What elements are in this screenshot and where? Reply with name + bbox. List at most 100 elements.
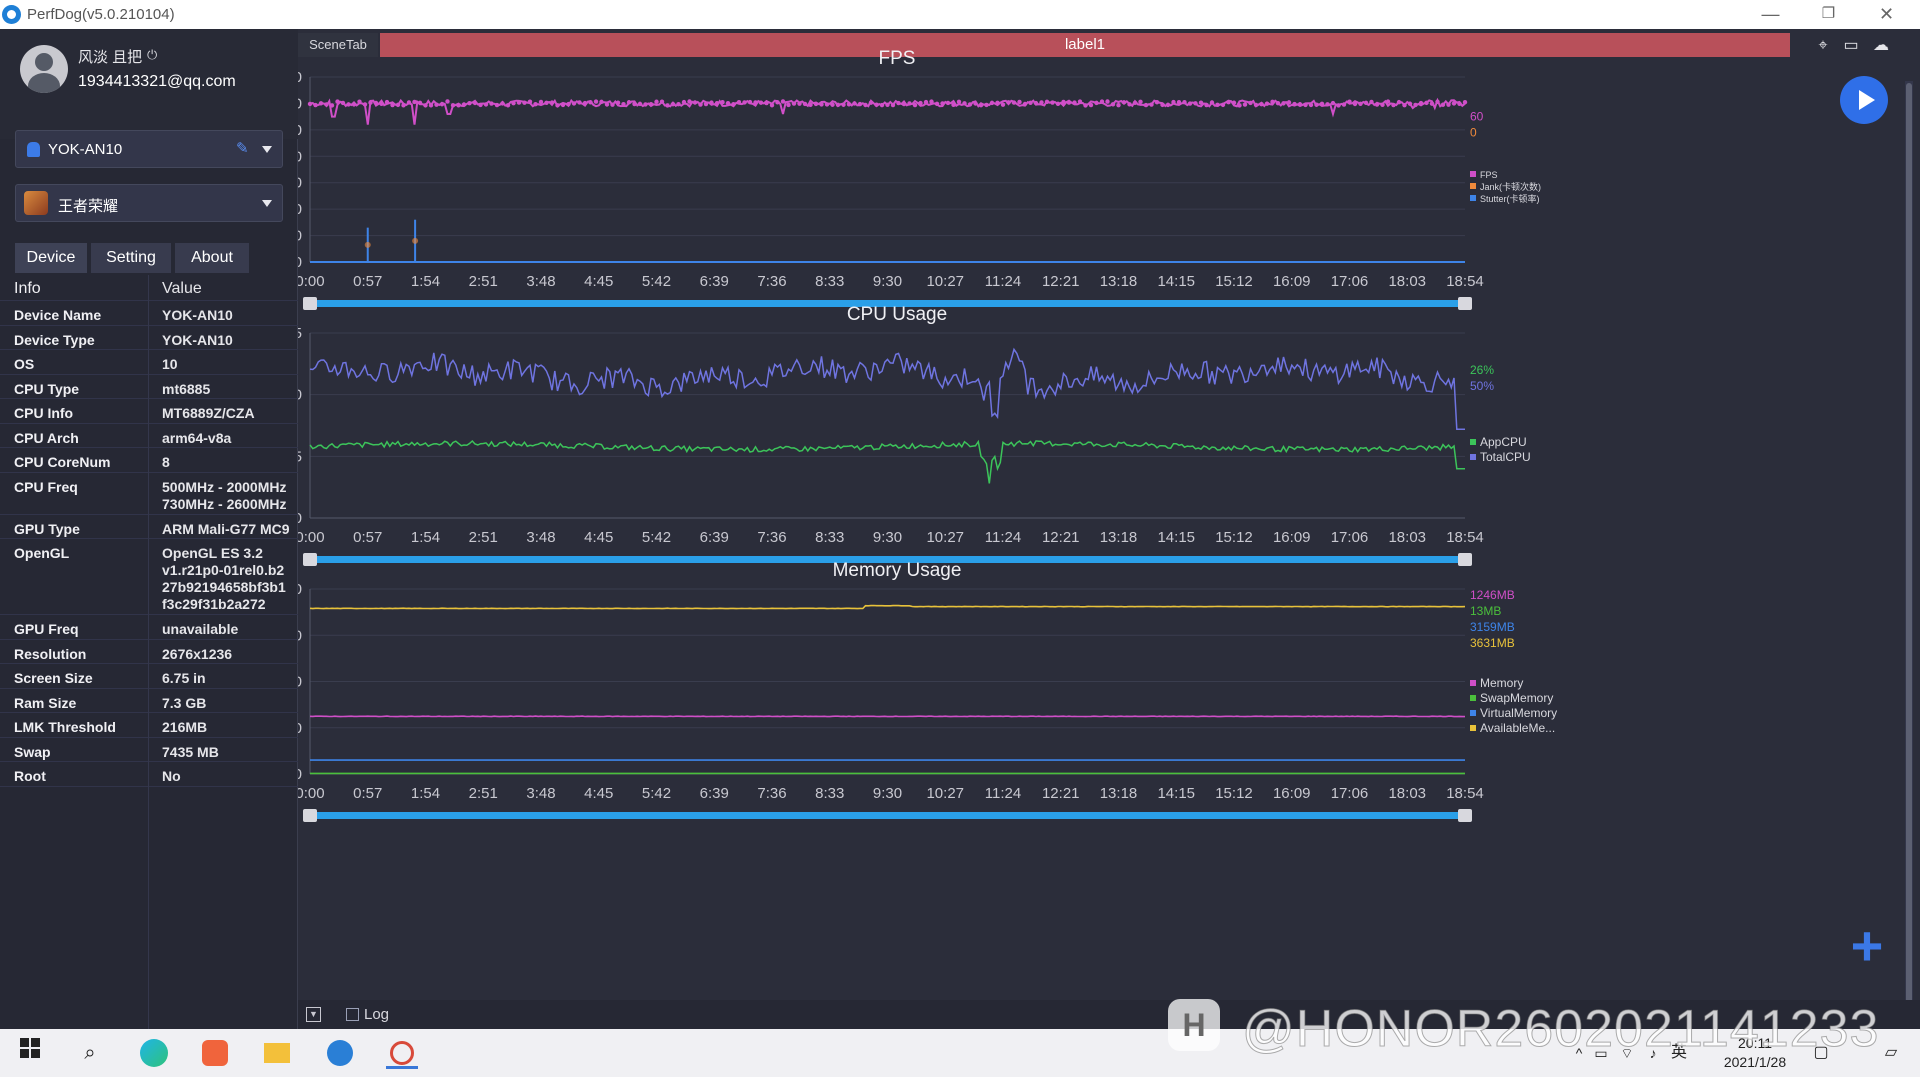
fps-point [1182,100,1187,105]
fps-point [1451,101,1457,106]
info-table-row: LMK Threshold 216MB [0,713,298,738]
close-button[interactable]: ✕ [1858,0,1915,29]
slider-handle-right[interactable] [1458,297,1472,310]
scrollbar-thumb[interactable] [1906,83,1912,1003]
app-select[interactable]: 王者荣耀 [15,184,283,222]
windows-start-icon[interactable] [14,1037,46,1069]
y-tick-label: 1,000 [298,720,302,737]
slider-handle-left[interactable] [303,297,317,310]
fps-point [351,102,357,107]
avatar[interactable] [20,45,68,93]
fps-point [929,99,934,104]
fps-point [1292,101,1297,107]
fps-point [1215,102,1220,107]
y-tick-label: 50 [298,122,302,139]
legend-swatch [1470,439,1476,445]
fps-point [698,102,703,107]
fps-point [940,101,945,106]
info-value: 10 [162,356,178,372]
edit-icon[interactable]: ✎ [236,141,252,157]
fps-point [1352,101,1358,107]
info-key: CPU Freq [14,478,78,495]
info-table-row: CPU Type mt6885 [0,375,298,399]
x-tick-label: 12:21 [1042,785,1080,802]
x-tick-label: 10:27 [926,785,964,802]
fps-point [313,102,318,108]
fps-point [648,101,654,107]
x-tick-label: 12:21 [1042,273,1080,290]
series-line-appcpu [309,439,1465,484]
fps-point [450,103,456,108]
fps-point [1259,101,1264,107]
fps-point [923,99,929,105]
log-toggle-button[interactable]: ▼ [306,1007,321,1022]
x-tick-label: 5:42 [642,529,671,546]
x-tick-label: 3:48 [526,529,555,546]
series-line-available [309,604,1466,610]
x-tick-label: 5:42 [642,785,671,802]
y-tick-label: 70 [298,69,302,86]
x-tick-label: 0:57 [353,785,382,802]
fps-point [1341,102,1347,107]
tab-about[interactable]: About [175,243,249,273]
slider-handle-left[interactable] [303,809,317,822]
info-header-value: Value [162,280,202,297]
x-tick-label: 11:24 [985,273,1021,290]
fps-point [1446,102,1451,107]
x-tick-label: 6:39 [700,529,729,546]
slider-handle-right[interactable] [1458,553,1472,566]
restore-button[interactable]: ❐ [1800,0,1857,29]
fps-point [1440,102,1446,107]
title-bar: PerfDog(v5.0.210104) — ❐ ✕ [0,0,1920,29]
fps-point [830,102,835,107]
file-explorer-icon[interactable] [261,1037,293,1069]
app-taskbar-icon[interactable] [386,1037,418,1069]
info-key: GPU Type [14,520,80,537]
device-select[interactable]: YOK-AN10 ✎ [15,130,283,168]
x-tick-label: 9:30 [873,785,902,802]
media-app-icon[interactable] [199,1037,231,1069]
fps-point [467,100,472,106]
slider-handle-left[interactable] [303,553,317,566]
vertical-scrollbar[interactable] [1905,81,1913,1026]
search-icon[interactable]: ⌕ [74,1037,106,1069]
tab-device[interactable]: Device [15,243,87,273]
x-tick-label: 14:15 [1157,273,1195,290]
info-key: Resolution [14,645,87,662]
fps-point [1066,100,1072,105]
fps-point [1303,102,1308,108]
power-icon[interactable]: ⏻ [147,47,157,63]
perfdog-taskbar-icon[interactable] [324,1037,356,1069]
x-tick-label: 18:54 [1446,273,1484,290]
legend-entry: Stutter(卡顿率) [1480,193,1540,204]
y-tick-label: 20 [298,201,302,218]
y-tick-label: 40 [298,148,302,165]
android-icon [27,142,40,157]
info-value: MT6889Z/CZA [162,405,255,421]
fps-point [1457,101,1462,106]
info-table-row: Root No [0,762,298,787]
fps-point [1154,100,1160,105]
fps-point [632,101,637,107]
minimize-button[interactable]: — [1742,0,1799,29]
x-tick-label: 7:36 [757,529,786,546]
fps-point [780,99,786,104]
info-value: arm64-v8a [162,429,232,446]
log-checkbox[interactable] [346,1008,359,1021]
x-tick-label: 2:51 [469,273,498,290]
slider-handle-right[interactable] [1458,809,1472,822]
fps-point [1121,100,1127,105]
fps-point [1011,100,1017,105]
info-value: YOK-AN10 [162,331,233,348]
fps-point [1193,101,1198,106]
fps-point [1033,100,1039,106]
fps-point [912,102,918,108]
edge-browser-icon[interactable] [138,1037,170,1069]
play-button[interactable] [1840,76,1888,124]
fps-point [775,100,780,105]
fps-point [1165,102,1171,108]
add-chart-button[interactable]: + [1846,918,1888,974]
fps-point [945,100,951,106]
tab-setting[interactable]: Setting [91,243,171,273]
fps-point [852,101,857,106]
